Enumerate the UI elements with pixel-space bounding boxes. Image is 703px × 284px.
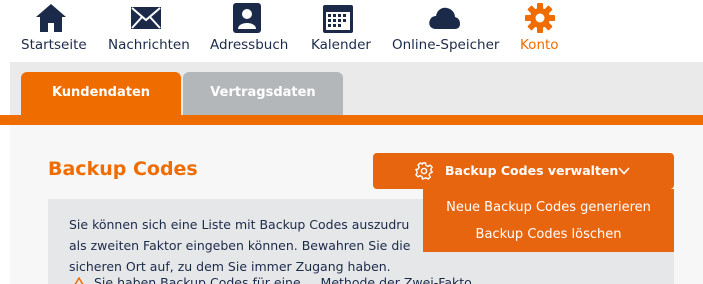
info-text: Sie können sich eine Liste mit Backup Co… bbox=[69, 214, 429, 277]
manage-button-label: Backup Codes verwalten bbox=[445, 163, 619, 178]
tab-kundendaten[interactable]: Kundendaten bbox=[21, 72, 181, 116]
info-line: als zweiten Faktor eingeben können. Bewa… bbox=[69, 238, 411, 253]
menu-item-generate-codes[interactable]: Neue Backup Codes generieren bbox=[423, 200, 674, 215]
info-line: Sie haben Backup Codes für eine ... Meth… bbox=[94, 275, 472, 284]
nav-label: Adressbuch bbox=[210, 37, 289, 53]
contact-icon bbox=[233, 3, 261, 33]
top-navigation: Startseite Nachrichten Adressbuch Kalend bbox=[0, 0, 703, 62]
info-line: sicheren Ort auf, zu dem Sie immer Zugan… bbox=[69, 259, 391, 274]
cloud-icon bbox=[429, 7, 460, 29]
manage-dropdown-menu: Neue Backup Codes generieren Backup Code… bbox=[423, 189, 674, 252]
chevron-down-icon bbox=[618, 167, 630, 175]
gear-icon bbox=[525, 3, 555, 33]
calendar-icon bbox=[323, 5, 353, 33]
gear-icon bbox=[415, 162, 433, 180]
warning-icon bbox=[74, 277, 84, 284]
nav-label: Startseite bbox=[21, 37, 87, 53]
nav-label: Kalender bbox=[311, 37, 371, 53]
nav-label: Online-Speicher bbox=[392, 37, 500, 53]
tab-vertragsdaten[interactable]: Vertragsdaten bbox=[183, 72, 343, 116]
menu-item-delete-codes[interactable]: Backup Codes löschen bbox=[423, 227, 674, 242]
envelope-icon bbox=[131, 7, 161, 29]
info-line: Sie können sich eine Liste mit Backup Co… bbox=[69, 217, 410, 232]
nav-label: Nachrichten bbox=[108, 37, 190, 53]
section-title: Backup Codes bbox=[48, 158, 198, 180]
manage-backup-codes-button[interactable]: Backup Codes verwalten bbox=[373, 153, 674, 189]
home-icon bbox=[36, 4, 66, 32]
tab-underline bbox=[0, 115, 703, 125]
nav-label: Konto bbox=[520, 37, 559, 53]
